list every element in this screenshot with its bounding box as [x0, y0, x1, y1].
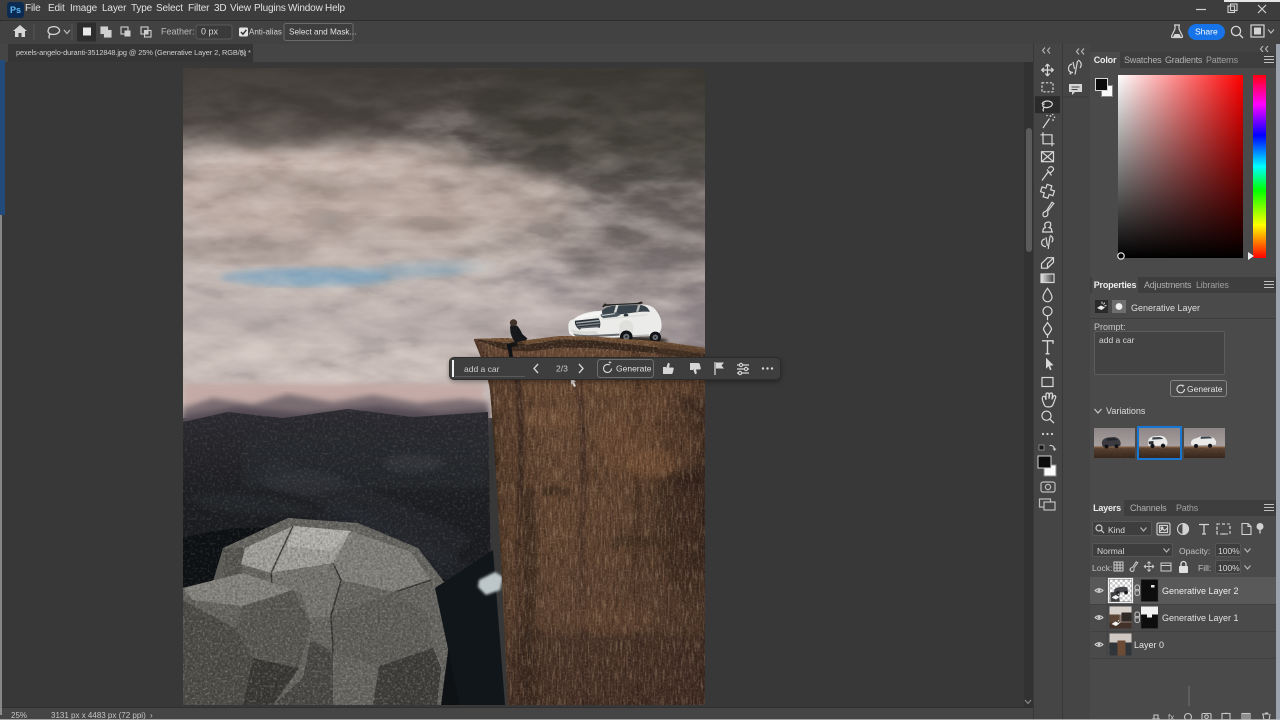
svg-text:Select and Mask...: Select and Mask... [289, 28, 356, 37]
svg-text:Anti-alias: Anti-alias [249, 28, 282, 37]
svg-text:Share: Share [1195, 27, 1218, 37]
svg-text:0 px: 0 px [201, 27, 219, 37]
svg-text:Generate: Generate [616, 364, 652, 374]
svg-text:Layer 0: Layer 0 [1134, 640, 1164, 650]
svg-text:2/3: 2/3 [556, 364, 568, 374]
svg-text:Feather:: Feather: [161, 27, 195, 37]
svg-text:Generative Layer 1: Generative Layer 1 [1162, 613, 1239, 623]
svg-text:Generative Layer 2: Generative Layer 2 [1162, 586, 1239, 596]
